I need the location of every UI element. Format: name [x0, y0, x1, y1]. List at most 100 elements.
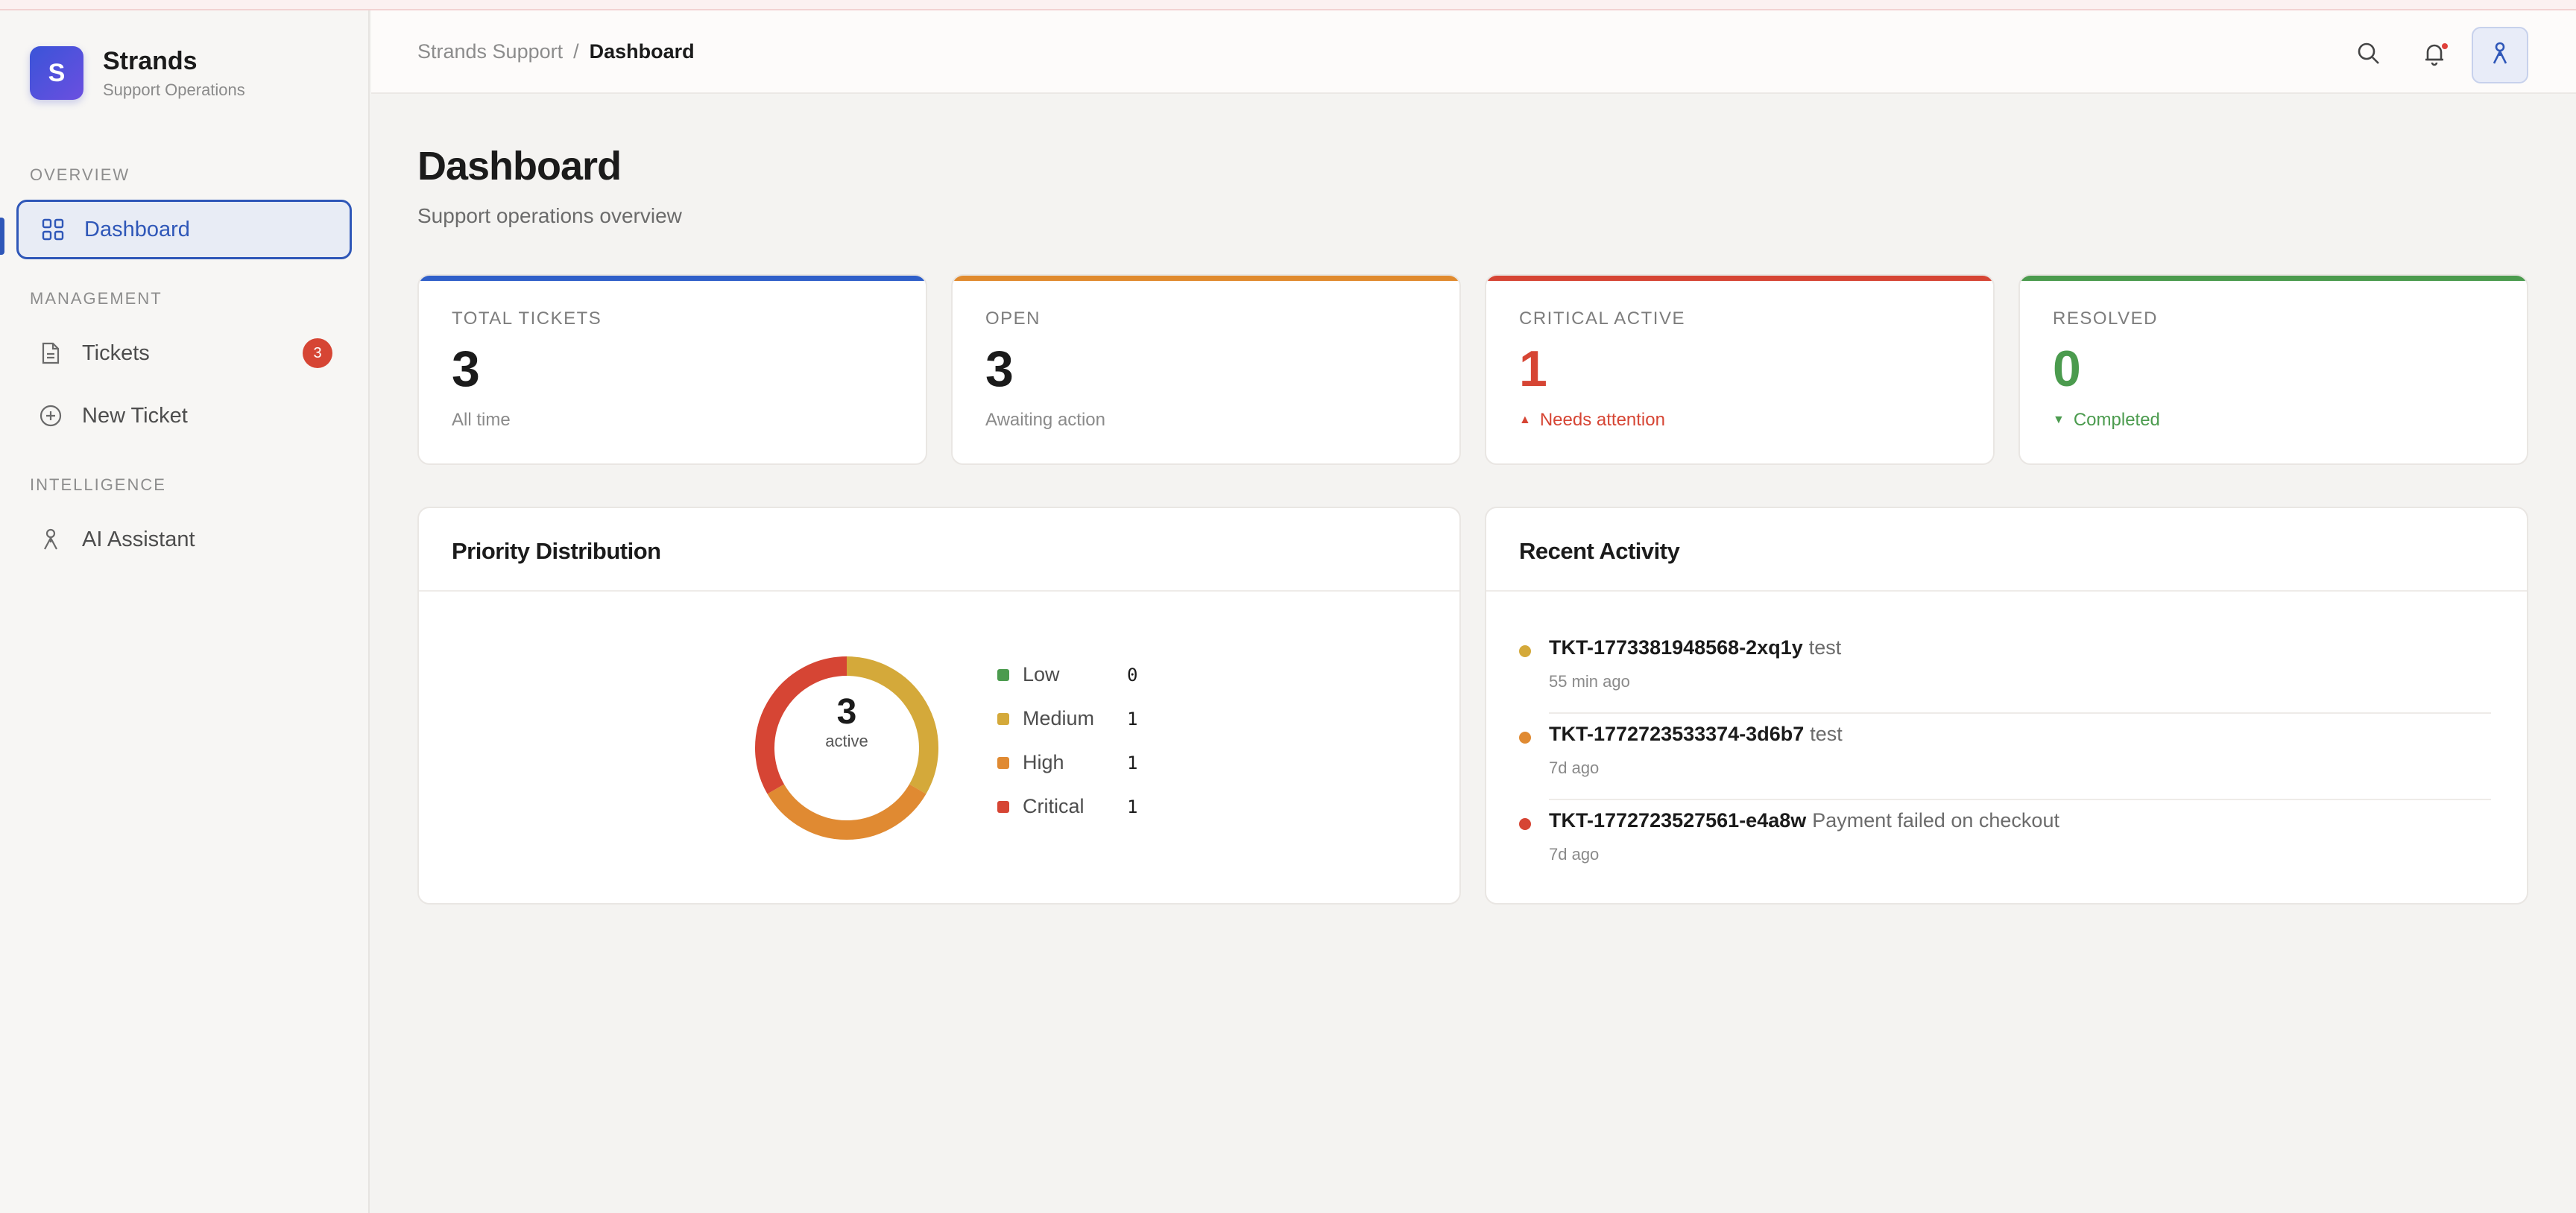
legend-label: High — [1023, 751, 1064, 773]
brand-subtitle: Support Operations — [103, 80, 245, 99]
legend-label: Low — [1023, 663, 1060, 685]
activity-time: 7d ago — [1549, 845, 1600, 864]
ticket-description: test — [1810, 723, 1843, 745]
stat-note-text: All time — [452, 410, 511, 430]
activity-time: 55 min ago — [1549, 672, 1630, 691]
stat-card-open[interactable]: OPEN 3 Awaiting action — [951, 274, 1461, 465]
legend-label: Medium — [1023, 707, 1095, 729]
activity-item[interactable]: TKT-1773381948568-2xq1y test 55 min ago — [1519, 627, 2491, 714]
sidebar-item-tickets[interactable]: Tickets 3 — [16, 323, 352, 383]
activity-time: 7d ago — [1549, 758, 1600, 777]
person-icon — [2487, 40, 2513, 71]
card-accent-bar — [419, 276, 926, 281]
stat-value: 3 — [452, 341, 480, 397]
trend-down-icon: ▼ — [2053, 414, 2065, 426]
stat-note: ▲ Needs attention — [1519, 410, 1665, 431]
breadcrumb-current: Dashboard — [589, 40, 695, 63]
stat-note: Awaiting action — [985, 410, 1105, 431]
stat-note: All time — [452, 410, 511, 431]
legend-item-low: Low 0 — [997, 653, 1137, 697]
stat-label: OPEN — [985, 308, 1041, 329]
sidebar-item-label: Tickets — [82, 341, 150, 365]
sidebar-item-label: New Ticket — [82, 403, 188, 428]
stat-card-resolved[interactable]: RESOLVED 0 ▼ Completed — [2018, 274, 2528, 465]
sidebar-item-new-ticket[interactable]: New Ticket — [16, 386, 352, 446]
activity-item[interactable]: TKT-1772723533374-3d6b7 test 7d ago — [1519, 714, 2491, 800]
section-label-management: MANAGEMENT — [30, 289, 162, 308]
panel-title: Recent Activity — [1519, 538, 1680, 564]
ticket-description: test — [1808, 636, 1842, 659]
sidebar-item-label: AI Assistant — [82, 527, 195, 551]
stat-value: 3 — [985, 341, 1014, 397]
search-icon — [2355, 40, 2382, 71]
legend-swatch — [997, 756, 1009, 769]
ticket-id: TKT-1772723533374-3d6b7 — [1549, 723, 1805, 745]
top-header: Strands Support / Dashboard — [371, 10, 2576, 94]
plus-circle-icon — [37, 402, 64, 429]
brand-name: Strands — [103, 47, 198, 75]
priority-legend: Low 0 Medium 1 High 1 Critical 1 — [997, 653, 1137, 829]
legend-item-medium: Medium 1 — [997, 697, 1137, 741]
document-icon — [37, 340, 64, 367]
stat-label: TOTAL TICKETS — [452, 308, 602, 329]
card-accent-bar — [2020, 276, 2527, 281]
breadcrumb: Strands Support / Dashboard — [417, 40, 695, 63]
sidebar: S Strands Support Operations OVERVIEW Da… — [0, 10, 370, 1213]
panel-header: Priority Distribution — [419, 508, 1459, 592]
priority-dot — [1519, 645, 1531, 657]
user-menu-button[interactable] — [2472, 27, 2528, 83]
card-accent-bar — [1486, 276, 1993, 281]
stat-note-text: Needs attention — [1539, 410, 1665, 430]
card-accent-bar — [953, 276, 1459, 281]
panel-title: Priority Distribution — [452, 538, 661, 564]
donut-center-value: 3 — [836, 692, 857, 732]
search-button[interactable] — [2340, 27, 2397, 83]
legend-swatch — [997, 668, 1009, 681]
notifications-button[interactable] — [2406, 27, 2463, 83]
sidebar-item-label: Dashboard — [84, 217, 190, 241]
tickets-count-badge: 3 — [303, 338, 332, 368]
ticket-id: TKT-1773381948568-2xq1y — [1549, 636, 1803, 659]
stat-label: RESOLVED — [2053, 308, 2158, 329]
stat-card-total-tickets[interactable]: TOTAL TICKETS 3 All time — [417, 274, 927, 465]
active-indicator — [0, 218, 4, 255]
donut-center: 3 active — [802, 693, 891, 751]
page-subtitle: Support operations overview — [417, 204, 682, 227]
stat-note-text: Completed — [2073, 410, 2160, 430]
legend-count: 1 — [1127, 752, 1138, 773]
legend-swatch — [997, 800, 1009, 813]
priority-distribution-panel: Priority Distribution 3 active Low 0 Med… — [417, 507, 1461, 905]
grid-icon — [40, 216, 66, 243]
brand[interactable]: S Strands Support Operations — [30, 46, 245, 100]
legend-count: 0 — [1127, 664, 1138, 685]
ticket-description: Payment failed on checkout — [1812, 809, 2059, 832]
activity-item[interactable]: TKT-1772723527561-e4a8w Payment failed on… — [1519, 800, 2488, 887]
legend-count: 1 — [1127, 796, 1138, 817]
sidebar-item-ai-assistant[interactable]: AI Assistant — [16, 510, 352, 569]
recent-activity-panel: Recent Activity TKT-1773381948568-2xq1y t… — [1485, 507, 2528, 905]
priority-dot — [1519, 818, 1531, 830]
trend-up-icon: ▲ — [1519, 414, 1531, 426]
brand-logo: S — [30, 46, 83, 100]
sidebar-item-dashboard[interactable]: Dashboard — [16, 200, 352, 259]
notification-dot — [2442, 43, 2448, 49]
stat-note-text: Awaiting action — [985, 410, 1105, 430]
breadcrumb-separator: / — [573, 40, 579, 63]
legend-count: 1 — [1127, 708, 1138, 729]
donut-slice-high[interactable] — [767, 784, 926, 840]
legend-item-high: High 1 — [997, 741, 1137, 785]
breadcrumb-root-link[interactable]: Strands Support — [417, 40, 563, 63]
priority-dot — [1519, 732, 1531, 744]
page-title: Dashboard — [417, 144, 622, 189]
person-icon — [37, 526, 64, 553]
donut-center-label: active — [825, 732, 868, 750]
legend-swatch — [997, 712, 1009, 725]
panel-header: Recent Activity — [1486, 508, 2527, 592]
stat-note: ▼ Completed — [2053, 410, 2160, 431]
ticket-id: TKT-1772723527561-e4a8w — [1549, 809, 1807, 832]
top-accent-line — [0, 0, 2576, 10]
stat-card-critical-active[interactable]: CRITICAL ACTIVE 1 ▲ Needs attention — [1485, 274, 1995, 465]
section-label-overview: OVERVIEW — [30, 165, 130, 184]
stat-value: 0 — [2053, 341, 2081, 397]
stat-label: CRITICAL ACTIVE — [1519, 308, 1685, 329]
